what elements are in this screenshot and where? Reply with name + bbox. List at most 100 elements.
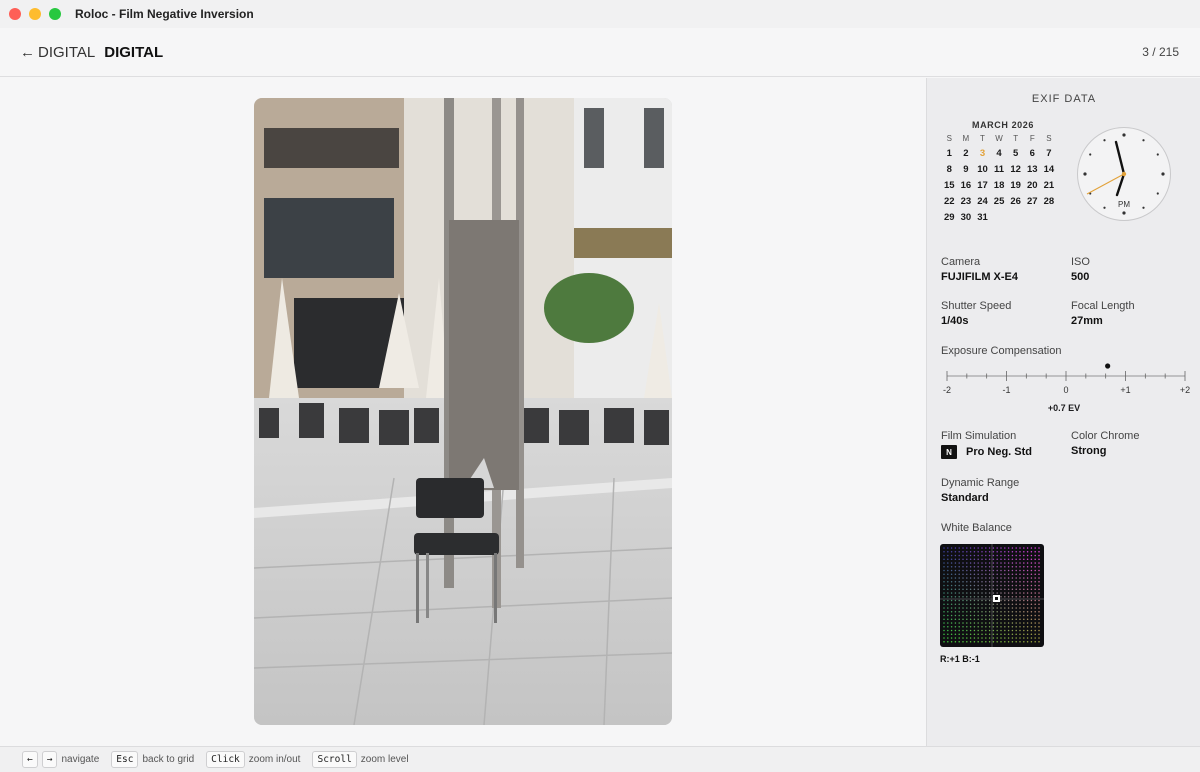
minimize-window-button[interactable] (29, 8, 41, 20)
white-balance-dot (1023, 611, 1025, 613)
white-balance-dot (988, 629, 991, 632)
white-balance-dot (966, 547, 968, 549)
clock-hour-mark (1083, 172, 1087, 176)
white-balance-dot (1023, 596, 1025, 598)
white-balance-dot (1015, 581, 1017, 583)
white-balance-dot (973, 629, 976, 632)
white-balance-dot (958, 581, 960, 583)
white-balance-dot (1015, 551, 1017, 553)
white-balance-dot (977, 581, 979, 583)
white-balance-dot (1019, 588, 1021, 590)
white-balance-dot (981, 633, 983, 635)
focal-length-field: Focal Length 27mm (1071, 300, 1135, 327)
clock-hour-mark (1142, 206, 1145, 209)
white-balance-dot (947, 633, 949, 635)
left-arrow-key[interactable]: ← (22, 751, 38, 768)
white-balance-dot (966, 641, 968, 643)
white-balance-dot (1023, 573, 1025, 575)
scroll-hint: Scroll zoom level (312, 751, 409, 768)
white-balance-dot (1026, 551, 1029, 553)
shutter-value: 1/40s (941, 315, 969, 327)
white-balance-dot (1015, 573, 1017, 575)
white-balance-dot (1000, 554, 1002, 557)
white-balance-dot (962, 577, 964, 579)
white-balance-dot (1019, 569, 1021, 572)
white-balance-dot (1034, 562, 1036, 564)
white-balance-dot (1007, 577, 1010, 579)
white-balance-dot (992, 554, 995, 557)
white-balance-dot (969, 633, 972, 635)
white-balance-dot (1023, 551, 1025, 553)
white-balance-dot (1007, 641, 1010, 643)
calendar-day-selected: 3 (979, 148, 986, 159)
white-balance-dot (954, 607, 957, 609)
back-button[interactable]: ← DIGITAL (20, 44, 95, 61)
white-balance-dot (1015, 607, 1017, 609)
calendar-day: 9 (963, 164, 969, 175)
white-balance-dot (947, 626, 949, 628)
white-balance-dot (988, 633, 991, 635)
back-label: DIGITAL (38, 43, 96, 61)
white-balance-dot (947, 562, 949, 564)
white-balance-dot (1038, 592, 1040, 594)
esc-key[interactable]: Esc (111, 751, 139, 768)
click-key[interactable]: Click (206, 751, 245, 768)
white-balance-dot (1015, 611, 1017, 613)
white-balance-dot (973, 569, 976, 572)
white-balance-dot (947, 641, 949, 643)
white-balance-dot (1030, 551, 1033, 553)
white-balance-dot (1034, 633, 1036, 635)
white-balance-dot (981, 569, 983, 572)
white-balance-dot (1015, 614, 1017, 617)
white-balance-dot (988, 599, 991, 602)
white-balance-dot (969, 614, 972, 617)
white-balance-dot (947, 569, 949, 572)
calendar-day: 11 (994, 164, 1005, 175)
white-balance-dot (1007, 618, 1010, 620)
white-balance-dot (954, 569, 957, 572)
white-balance-dot (943, 581, 945, 583)
close-window-button[interactable] (9, 8, 21, 20)
white-balance-dot (992, 581, 995, 583)
white-balance-dot (985, 547, 987, 549)
white-balance-dot (962, 581, 964, 583)
white-balance-dot (1007, 633, 1010, 635)
white-balance-dot (988, 588, 991, 590)
white-balance-dot (1023, 626, 1025, 628)
white-balance-dot (1038, 614, 1040, 617)
white-balance-dot (1026, 637, 1029, 639)
scroll-key[interactable]: Scroll (312, 751, 357, 768)
white-balance-dot (1011, 562, 1014, 564)
white-balance-dot (966, 592, 968, 594)
white-balance-dot (1007, 626, 1010, 628)
white-balance-dot (992, 566, 995, 568)
white-balance-dot (1019, 614, 1021, 617)
white-balance-dot (954, 599, 957, 602)
white-balance-dot (1026, 569, 1029, 572)
photo-preview[interactable] (254, 98, 672, 725)
white-balance-dot (966, 573, 968, 575)
white-balance-dot (973, 607, 976, 609)
white-balance-dot (958, 547, 960, 549)
white-balance-value: R:+1 B:-1 (940, 654, 980, 664)
white-balance-dot (1000, 637, 1002, 639)
clock-hour-mark (1103, 139, 1106, 142)
white-balance-dot (950, 566, 953, 568)
white-balance-dot (996, 588, 998, 590)
white-balance-dot (1011, 607, 1014, 609)
white-balance-dot (1007, 637, 1010, 639)
white-balance-dot (1007, 588, 1010, 590)
white-balance-dot (943, 577, 945, 579)
right-arrow-key[interactable]: → (41, 751, 58, 768)
white-balance-dot (950, 547, 953, 549)
white-balance-dot (1004, 596, 1006, 598)
white-balance-dot (962, 562, 964, 564)
white-balance-dot (966, 551, 968, 553)
image-viewer[interactable] (0, 78, 926, 746)
white-balance-dot (985, 551, 987, 553)
exposure-tick-label: 0 (1063, 385, 1068, 395)
white-balance-dot (1004, 584, 1006, 587)
white-balance-dot (992, 633, 995, 635)
zoom-window-button[interactable] (49, 8, 61, 20)
white-balance-dot (1023, 569, 1025, 572)
